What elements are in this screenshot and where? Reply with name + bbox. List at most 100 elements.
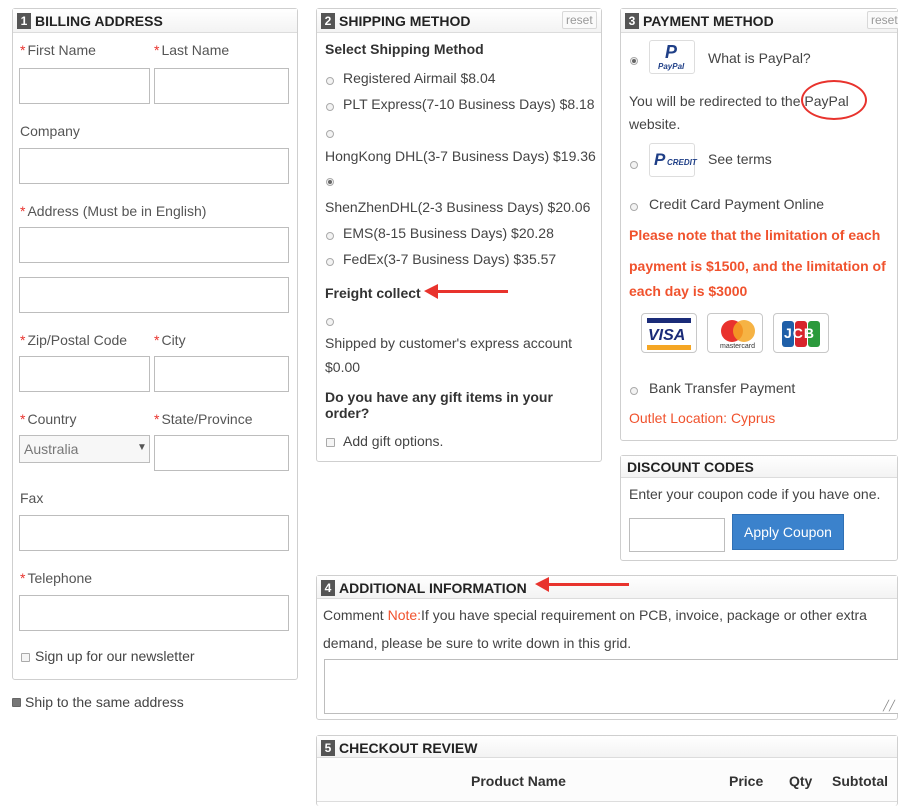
state-label: * State/Province <box>154 411 253 427</box>
paypal-credit-mark-icon: P <box>654 150 666 169</box>
same-address-checkbox[interactable] <box>12 698 21 707</box>
shipping-panel: 2 SHIPPING METHOD reset Select Shipping … <box>316 8 602 462</box>
paypal-credit-logo: P CREDIT <box>649 143 697 177</box>
shipping-title: SHIPPING METHOD <box>339 13 471 29</box>
paypal-redirect-text-cont: website. <box>629 116 681 132</box>
col-subtotal: Subtotal <box>832 773 888 789</box>
address-line2-input[interactable] <box>19 277 289 313</box>
address-label: * Address (Must be in English) <box>20 203 207 219</box>
shipping-option-airmail: Registered Airmail $8.04 <box>343 70 496 86</box>
company-label: Company <box>20 123 80 139</box>
comment-note: Comment Note:If you have special require… <box>323 607 867 623</box>
comment-textarea[interactable]: ╱╱ <box>324 659 898 714</box>
see-terms-link[interactable]: See terms <box>708 151 772 167</box>
jcb-label: JCB <box>784 325 816 341</box>
review-table-header: Product Name Price Qty Subtotal <box>317 760 897 802</box>
additional-header: 4 ADDITIONAL INFORMATION <box>317 576 897 599</box>
fax-label: Fax <box>20 490 44 506</box>
mastercard-label: mastercard <box>720 343 756 350</box>
chevron-down-icon: ▼ <box>137 442 147 453</box>
country-select-value: Australia <box>24 441 79 457</box>
shipping-reset-button[interactable]: reset <box>562 11 597 29</box>
paypal-what-link[interactable]: What is PayPal? <box>708 50 811 66</box>
shipping-option-plt: PLT Express(7-10 Business Days) $8.18 <box>343 96 595 112</box>
payment-radio-credit-card[interactable] <box>630 203 638 211</box>
limit-notice-line3: each day is $3000 <box>629 283 748 299</box>
payment-panel: 3 PAYMENT METHOD reset P PayPal What is … <box>620 8 898 441</box>
shipping-header: 2 SHIPPING METHOD reset <box>317 9 601 33</box>
shipping-option-ems: EMS(8-15 Business Days) $20.28 <box>343 225 554 241</box>
review-panel: 5 CHECKOUT REVIEW Product Name Price Qty… <box>316 735 898 806</box>
shipping-radio-hk-dhl[interactable] <box>326 130 334 138</box>
annotation-arrow-freight <box>424 284 508 299</box>
shipping-radio-airmail[interactable] <box>326 77 334 85</box>
company-input[interactable] <box>19 148 289 184</box>
payment-radio-paypal[interactable] <box>630 57 638 65</box>
visa-card-icon: VISA <box>641 313 697 353</box>
apply-coupon-button[interactable]: Apply Coupon <box>732 514 844 550</box>
gift-question-cont: order? <box>325 405 370 421</box>
shipping-radio-freight[interactable] <box>326 318 334 326</box>
address-line1-input[interactable] <box>19 227 289 263</box>
state-input[interactable] <box>154 435 289 471</box>
shipping-step-number: 2 <box>321 13 335 29</box>
review-step-number: 5 <box>321 740 335 756</box>
review-title: CHECKOUT REVIEW <box>339 740 478 756</box>
visa-card-label: VISA <box>648 327 686 344</box>
newsletter-label: Sign up for our newsletter <box>35 648 195 664</box>
discount-header: DISCOUNT CODES <box>621 456 897 478</box>
bank-transfer-label: Bank Transfer Payment <box>649 380 796 396</box>
col-product-name: Product Name <box>471 773 566 789</box>
discount-panel: DISCOUNT CODES Enter your coupon code if… <box>620 455 898 561</box>
first-name-input[interactable] <box>19 68 150 104</box>
additional-panel: 4 ADDITIONAL INFORMATION Comment Note:If… <box>316 575 898 720</box>
annotation-arrow-additional <box>535 577 629 592</box>
fax-input[interactable] <box>19 515 289 551</box>
payment-radio-paypal-credit[interactable] <box>630 161 638 169</box>
gift-option-label: Add gift options. <box>343 433 444 449</box>
payment-title: PAYMENT METHOD <box>643 13 774 29</box>
shipping-radio-fedex[interactable] <box>326 258 334 266</box>
shipping-subtitle: Select Shipping Method <box>325 41 484 57</box>
outlet-location: Outlet Location: Cyprus <box>629 410 776 426</box>
shipping-radio-plt[interactable] <box>326 103 334 111</box>
coupon-input[interactable] <box>629 518 725 552</box>
payment-radio-bank[interactable] <box>630 387 638 395</box>
first-name-label: * First Name <box>20 42 96 58</box>
shipping-radio-sz-dhl[interactable] <box>326 178 334 186</box>
freight-collect-title: Freight collect <box>325 285 421 301</box>
zip-input[interactable] <box>19 356 150 392</box>
billing-title: BILLING ADDRESS <box>35 13 163 29</box>
jcb-card-icon: JCB <box>773 313 829 353</box>
paypal-credit-wordmark: CREDIT <box>667 158 697 167</box>
limit-notice-line1: Please note that the limitation of each <box>629 227 881 243</box>
payment-reset-button[interactable]: reset <box>867 11 898 29</box>
col-qty: Qty <box>789 773 813 789</box>
paypal-wordmark: PayPal <box>658 62 685 71</box>
payment-step-number: 3 <box>625 13 639 29</box>
gift-checkbox[interactable] <box>326 438 335 447</box>
billing-panel: 1 BILLING ADDRESS * First Name * Last Name… <box>12 8 298 680</box>
additional-title: ADDITIONAL INFORMATION <box>339 580 527 596</box>
freight-collect-desc: Shipped by customer's express account <box>325 335 573 351</box>
country-select[interactable]: Australia ▼ <box>19 435 150 463</box>
limit-notice-line2: payment is $1500, and the limitation of <box>629 258 886 274</box>
telephone-input[interactable] <box>19 595 289 631</box>
additional-step-number: 4 <box>321 580 335 596</box>
last-name-label: * Last Name <box>154 42 230 58</box>
resize-handle-icon[interactable]: ╱╱ <box>883 701 895 712</box>
last-name-input[interactable] <box>154 68 289 104</box>
newsletter-checkbox[interactable] <box>21 653 30 662</box>
billing-step-number: 1 <box>17 13 31 29</box>
review-header: 5 CHECKOUT REVIEW <box>317 736 897 758</box>
credit-card-label: Credit Card Payment Online <box>649 196 825 212</box>
annotation-circle <box>801 80 867 120</box>
country-label: * Country <box>20 411 77 427</box>
paypal-mark-icon: P <box>665 42 678 62</box>
city-label: * City <box>154 332 186 348</box>
shipping-option-hk-dhl: HongKong DHL(3-7 Business Days) $19.36 <box>325 148 596 164</box>
city-input[interactable] <box>154 356 289 392</box>
same-address-label: Ship to the same address <box>25 694 184 710</box>
shipping-radio-ems[interactable] <box>326 232 334 240</box>
zip-label: * Zip/Postal Code <box>20 332 128 348</box>
